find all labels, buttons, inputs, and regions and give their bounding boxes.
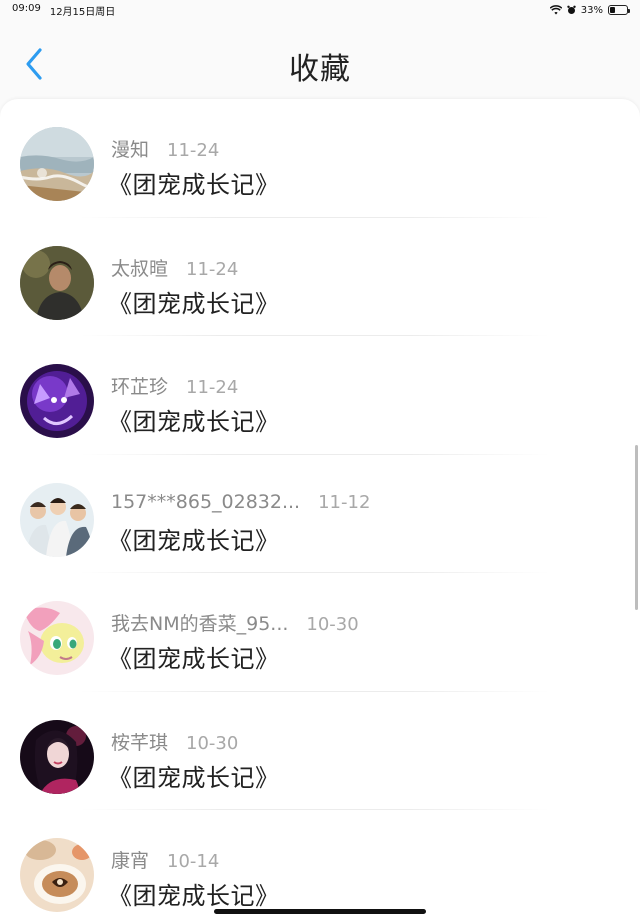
name-row: 康宵 10-14: [111, 846, 219, 873]
list-item[interactable]: 157***865_02832... 11-12 《团宠成长记》: [0, 455, 640, 573]
book-title: 《团宠成长记》: [108, 408, 280, 436]
avatar[interactable]: [20, 364, 94, 438]
avatar[interactable]: [20, 838, 94, 912]
favorite-date: 10-14: [167, 851, 220, 872]
book-title: 《团宠成长记》: [108, 171, 280, 199]
list-item[interactable]: 太叔暄 11-24 《团宠成长记》: [0, 218, 640, 336]
battery-icon: [608, 5, 630, 15]
favorite-date: 11-24: [167, 140, 220, 161]
scrollbar[interactable]: [635, 445, 638, 610]
header: 收藏: [0, 20, 640, 100]
user-name: 康宵: [111, 850, 150, 872]
user-name: 漫知: [111, 139, 150, 161]
name-row: 漫知 11-24: [111, 135, 219, 162]
book-title: 《团宠成长记》: [108, 763, 280, 792]
favorite-date: 11-24: [186, 377, 239, 398]
avatar[interactable]: [20, 127, 94, 201]
home-indicator[interactable]: [214, 909, 426, 914]
favorite-date: 11-24: [186, 258, 239, 280]
favorite-date: 10-30: [306, 614, 359, 635]
user-name: 157***865_02832...: [111, 490, 301, 513]
book-title: 《团宠成长记》: [108, 645, 280, 673]
favorite-date: 10-30: [186, 732, 239, 754]
list-item[interactable]: 漫知 11-24 《团宠成长记》: [0, 99, 640, 218]
page-title: 收藏: [289, 52, 351, 87]
status-date: 12月15日周日: [49, 6, 116, 18]
list-item[interactable]: 环芷珍 11-24 《团宠成长记》: [0, 336, 640, 455]
battery-percentage: 33%: [580, 4, 603, 16]
status-bar: 09:09 12月15日周日 33%: [0, 0, 640, 20]
status-right: 33%: [549, 4, 630, 16]
name-row: 157***865_02832... 11-12: [111, 491, 370, 513]
avatar[interactable]: [20, 601, 94, 675]
alarm-icon: [567, 5, 576, 14]
name-row: 环芷珍 11-24: [111, 372, 238, 399]
wifi-icon: [549, 5, 562, 15]
list-item[interactable]: 康宵 10-14 《团宠成长记》: [0, 810, 640, 921]
favorite-date: 11-12: [318, 491, 371, 513]
avatar[interactable]: [20, 245, 94, 320]
favorites-list: 漫知 11-24 《团宠成长记》 太叔暄 11-24 《团宠成长记》 环芷珍 1…: [0, 99, 640, 921]
status-left: 09:09 12月15日周日: [12, 3, 115, 18]
battery-fill: [610, 7, 616, 13]
name-row: 我去NM的香菜_95... 10-30: [111, 609, 359, 636]
list-item[interactable]: 我去NM的香菜_95... 10-30 《团宠成长记》: [0, 573, 640, 692]
name-row: 桉芊琪 10-30: [111, 728, 238, 755]
screen: 09:09 12月15日周日 33% 收藏 漫知 11-24 《团宠成长记》 太…: [0, 0, 640, 921]
avatar[interactable]: [20, 719, 94, 794]
status-time: 09:09: [12, 2, 41, 14]
user-name: 环芷珍: [111, 376, 169, 398]
name-row: 太叔暄 11-24: [111, 254, 238, 281]
list-item[interactable]: 桉芊琪 10-30 《团宠成长记》: [0, 692, 640, 810]
book-title: 《团宠成长记》: [108, 882, 280, 910]
user-name: 太叔暄: [111, 257, 169, 280]
book-title: 《团宠成长记》: [108, 289, 280, 318]
book-title: 《团宠成长记》: [108, 526, 280, 555]
avatar[interactable]: [20, 482, 94, 557]
user-name: 我去NM的香菜_95...: [111, 613, 289, 635]
user-name: 桉芊琪: [111, 731, 169, 754]
